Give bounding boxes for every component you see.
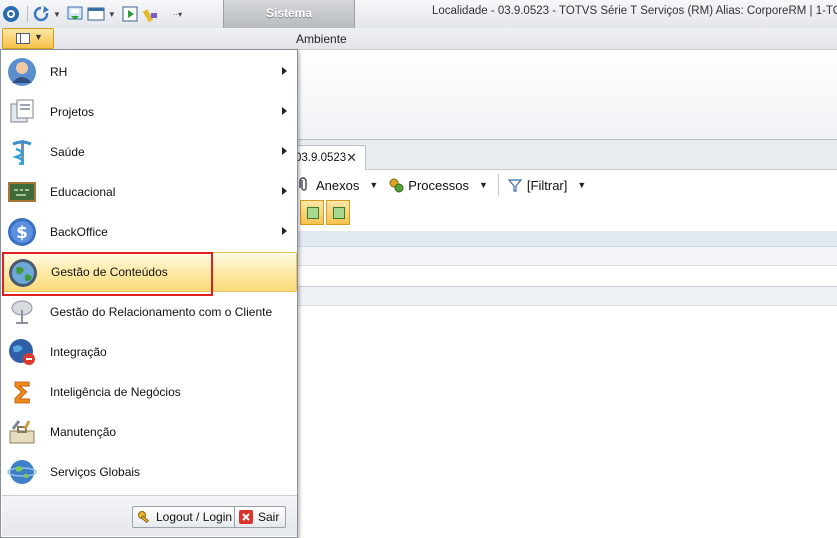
menu-items: RH Projetos Saúde Educacional $ BackOffi… xyxy=(2,52,297,492)
menu-item-inteligencia-negocios[interactable]: Σ Inteligência de Negócios xyxy=(2,372,297,412)
integration-globe-icon xyxy=(7,337,37,367)
dollar-icon: $ xyxy=(7,217,37,247)
window-icon[interactable] xyxy=(87,5,105,23)
menu-item-manutencao[interactable]: Manutenção xyxy=(2,412,297,452)
anexos-button[interactable]: Anexos ▼ xyxy=(296,177,378,193)
submenu-arrow-icon xyxy=(282,67,287,75)
document-tab[interactable]: 03.9.0523 ✕ xyxy=(286,145,366,170)
submenu-arrow-icon xyxy=(282,107,287,115)
submenu-arrow-icon xyxy=(282,147,287,155)
application-menu-button[interactable]: ▼ xyxy=(2,28,54,49)
chevron-down-icon: ▼ xyxy=(577,180,587,190)
grid-footer xyxy=(296,286,837,306)
submenu-arrow-icon xyxy=(282,227,287,235)
filter-icon xyxy=(507,177,523,193)
quick-access-toolbar: ▼ ▼ ··▾ xyxy=(0,0,187,28)
menu-item-label: Inteligência de Negócios xyxy=(50,385,181,399)
menu-item-backoffice[interactable]: $ BackOffice xyxy=(2,212,297,252)
exit-label: Sair xyxy=(258,510,280,524)
document-icon xyxy=(16,33,30,44)
menu-item-label: Gestão de Conteúdos xyxy=(51,265,168,279)
grid-row[interactable] xyxy=(296,247,837,266)
menu-item-label: RH xyxy=(50,65,68,79)
menu-item-rh[interactable]: RH xyxy=(2,52,297,92)
menu-item-projetos[interactable]: Projetos xyxy=(2,92,297,132)
chevron-down-icon: ▼ xyxy=(34,32,43,42)
toolbar-separator xyxy=(497,174,499,196)
tab-sistema[interactable]: Sistema xyxy=(223,0,355,28)
more-icon[interactable]: ··▾ xyxy=(173,10,182,19)
save-icon[interactable] xyxy=(66,5,84,23)
toolbox-icon xyxy=(7,417,37,447)
anexos-label: Anexos xyxy=(316,177,360,193)
ribbon-tab-row xyxy=(0,28,837,50)
antenna-icon xyxy=(7,297,37,327)
chalkboard-icon xyxy=(7,177,37,207)
refresh-icon[interactable] xyxy=(32,5,50,23)
app-orb-icon[interactable] xyxy=(2,5,20,23)
menu-item-label: Serviços Globais xyxy=(50,465,141,479)
chevron-down-icon: ▼ xyxy=(479,180,488,190)
close-icon[interactable]: ✕ xyxy=(346,150,357,166)
menu-item-educacional[interactable]: Educacional xyxy=(2,172,297,212)
record-toolbar: Anexos ▼ Processos ▼ [Filtrar] ▼ xyxy=(296,171,596,199)
tab-ambiente[interactable]: Ambiente xyxy=(296,32,347,46)
menu-item-label: Educacional xyxy=(50,185,116,199)
services-globe-icon xyxy=(7,457,37,487)
menu-item-label: Manutenção xyxy=(50,425,117,439)
logout-login-label: Logout / Login xyxy=(156,510,233,524)
document-tab-label: 03.9.0523 xyxy=(295,152,347,164)
menu-item-servicos-globais[interactable]: Serviços Globais xyxy=(2,452,297,492)
menu-item-label: Integração xyxy=(50,345,107,359)
window-title: Localidade - 03.9.0523 - TOTVS Série T S… xyxy=(432,5,837,17)
svg-text:Σ: Σ xyxy=(12,377,31,407)
run-icon[interactable] xyxy=(121,5,139,23)
caduceus-icon xyxy=(7,137,37,167)
svg-text:$: $ xyxy=(16,223,28,243)
brush-icon[interactable] xyxy=(142,5,160,23)
sigma-icon: Σ xyxy=(7,377,37,411)
menu-item-label: Saúde xyxy=(50,145,85,159)
submenu-arrow-icon xyxy=(282,187,287,195)
filtrar-label: [Filtrar] xyxy=(526,177,568,193)
grid-header xyxy=(296,231,837,247)
menu-item-saude[interactable]: Saúde xyxy=(2,132,297,172)
gears-icon xyxy=(388,177,404,193)
view-toolbar xyxy=(300,200,352,225)
chevron-down-icon: ▼ xyxy=(369,180,379,190)
toolbar-separator xyxy=(27,6,28,22)
close-icon xyxy=(239,510,253,524)
menu-item-gestao-relacionamento-cliente[interactable]: Gestão do Relacionamento com o Cliente xyxy=(2,292,297,332)
projects-icon xyxy=(7,97,37,127)
menu-item-label: Projetos xyxy=(50,105,95,119)
key-user-icon xyxy=(137,510,151,524)
processos-button[interactable]: Processos ▼ xyxy=(388,177,488,193)
menu-item-label: BackOffice xyxy=(50,225,108,239)
filtrar-button[interactable]: [Filtrar] ▼ xyxy=(507,177,586,193)
form-icon xyxy=(307,207,319,219)
paperclip-icon xyxy=(296,177,312,193)
globe-icon xyxy=(8,258,38,288)
menu-item-gestao-de-conteudos[interactable]: Gestão de Conteúdos xyxy=(2,252,297,296)
grid-view-button[interactable] xyxy=(326,200,350,225)
application-menu: RH Projetos Saúde Educacional $ BackOffi… xyxy=(0,49,298,538)
person-icon xyxy=(7,57,37,87)
chevron-down-icon[interactable]: ▼ xyxy=(108,10,116,19)
logout-login-button[interactable]: Logout / Login xyxy=(132,506,240,528)
processos-label: Processos xyxy=(408,177,469,193)
chevron-down-icon[interactable]: ▼ xyxy=(53,10,61,19)
menu-footer: Logout / Login Sair xyxy=(2,495,297,536)
grid-icon xyxy=(333,207,345,219)
menu-item-label: Gestão do Relacionamento com o Cliente xyxy=(50,305,273,319)
exit-button[interactable]: Sair xyxy=(234,506,287,528)
menu-item-integracao[interactable]: Integração xyxy=(2,332,297,372)
form-view-button[interactable] xyxy=(300,200,324,225)
title-bar: ▼ ▼ ··▾ Sistema Localidade - 03.9.0523 -… xyxy=(0,0,837,28)
